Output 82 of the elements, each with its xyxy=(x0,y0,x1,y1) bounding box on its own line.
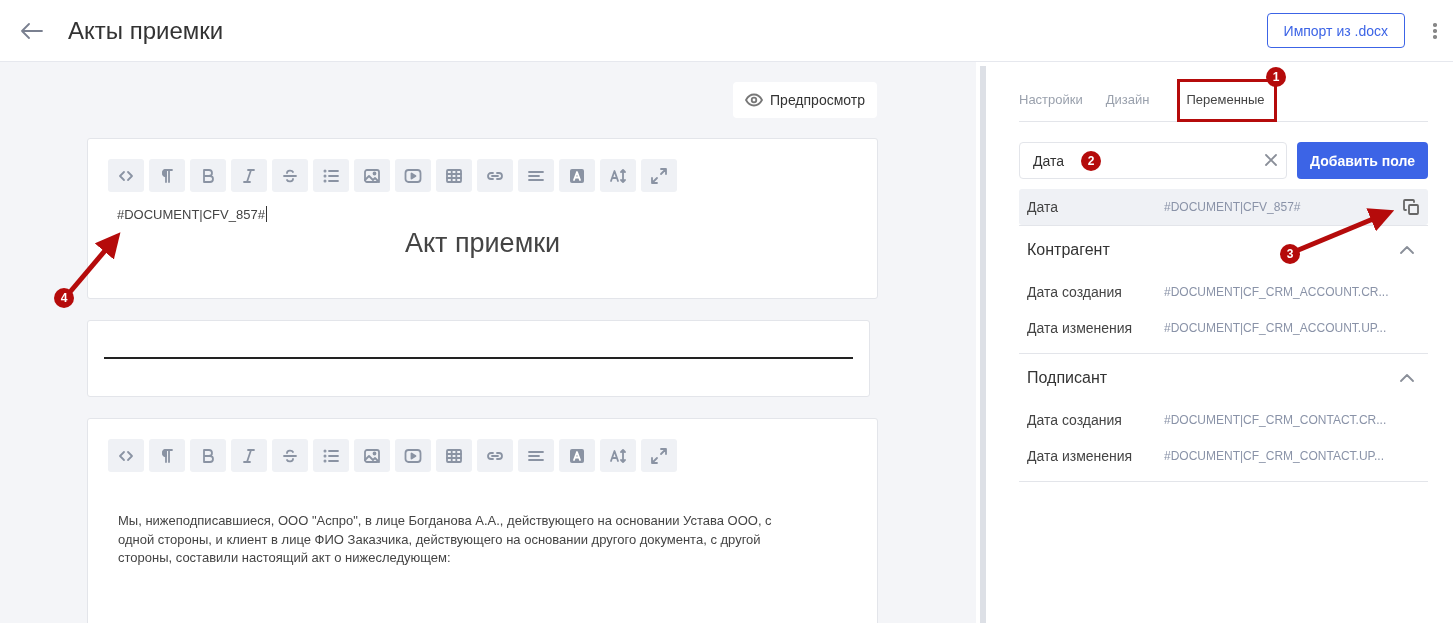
clear-button[interactable] xyxy=(1265,154,1277,166)
table-button[interactable] xyxy=(436,439,472,472)
expand-icon xyxy=(650,446,668,465)
table-icon xyxy=(445,446,463,465)
more-button[interactable] xyxy=(1433,21,1437,40)
add-field-button[interactable]: Добавить поле xyxy=(1297,142,1428,179)
variable-code: #DOCUMENT|CFV_857# xyxy=(1164,200,1302,214)
annotation-arrow xyxy=(68,232,121,294)
group-title[interactable]: Подписант xyxy=(1027,369,1108,387)
import-button[interactable]: Импорт из .docx xyxy=(1266,13,1405,48)
paragraph-button[interactable] xyxy=(149,159,185,192)
font-size-icon xyxy=(609,446,627,465)
back-arrow-icon xyxy=(20,22,44,39)
variable-name: Дата изменения xyxy=(1027,448,1134,464)
variable-name: Дата xyxy=(1027,199,1059,215)
video-button[interactable] xyxy=(395,439,431,472)
variable-code: #DOCUMENT|CFV_857# xyxy=(117,206,265,222)
text-color-button[interactable] xyxy=(559,159,595,192)
italic-button[interactable] xyxy=(231,159,267,192)
code-button[interactable] xyxy=(108,439,144,472)
variable-row[interactable]: Дата #DOCUMENT|CFV_857# xyxy=(1019,189,1428,225)
video-button[interactable] xyxy=(395,159,431,192)
step-marker: 3 xyxy=(1280,244,1300,264)
document-paragraph: Мы, нижеподписавшиеся, ООО "Аспро", в лице Богданова А.А., действующего на основании Устава ООО, с одной стороны, и клиент в лице ФИО Заказчика, действующего на основании другого документа, с другой стороны, составили настоящий акт о нижеследующем: xyxy=(118,512,773,567)
variable-code: #DOCUMENT|CF_CRM_ACCOUNT.CR... xyxy=(1164,285,1390,299)
text-color-icon xyxy=(568,446,586,465)
italic-button[interactable] xyxy=(231,439,267,472)
bold-button[interactable] xyxy=(190,439,226,472)
italic-icon xyxy=(240,166,258,185)
variable-row[interactable]: Дата создания #DOCUMENT|CF_CRM_ACCOUNT.CR... xyxy=(1019,274,1428,310)
table-icon xyxy=(445,166,463,185)
align-left-button[interactable] xyxy=(518,439,554,472)
italic-icon xyxy=(240,446,258,465)
image-icon xyxy=(363,166,381,185)
expand-button[interactable] xyxy=(641,159,677,192)
variable-name: Дата создания xyxy=(1027,412,1123,428)
video-icon xyxy=(404,166,422,185)
font-size-button[interactable] xyxy=(600,439,636,472)
strikethrough-button[interactable] xyxy=(272,439,308,472)
variable-code: #DOCUMENT|CF_CRM_CONTACT.CR... xyxy=(1164,413,1388,427)
strikethrough-button[interactable] xyxy=(272,159,308,192)
copy-icon xyxy=(1402,198,1420,216)
copy-button[interactable] xyxy=(1402,198,1420,216)
variable-name: Дата изменения xyxy=(1027,320,1134,336)
variable-code: #DOCUMENT|CF_CRM_ACCOUNT.UP... xyxy=(1164,321,1388,335)
list-button[interactable] xyxy=(313,439,349,472)
text-color-icon xyxy=(568,166,586,185)
variable-row[interactable]: Дата создания #DOCUMENT|CF_CRM_CONTACT.CR... xyxy=(1019,402,1428,438)
paragraph-button[interactable] xyxy=(149,439,185,472)
image-button[interactable] xyxy=(354,159,390,192)
expand-icon xyxy=(650,166,668,185)
list-button[interactable] xyxy=(313,159,349,192)
variable-row[interactable]: Дата изменения #DOCUMENT|CF_CRM_CONTACT.UP... xyxy=(1019,438,1428,474)
page-title: Акты приемки xyxy=(68,16,224,45)
font-size-button[interactable] xyxy=(600,159,636,192)
tab[interactable]: Переменные xyxy=(1178,92,1273,121)
code-button[interactable] xyxy=(108,159,144,192)
more-icon xyxy=(1433,21,1437,40)
image-button[interactable] xyxy=(354,439,390,472)
text-cursor xyxy=(265,206,267,222)
table-button[interactable] xyxy=(436,159,472,192)
link-button[interactable] xyxy=(477,159,513,192)
variable-row[interactable]: Дата изменения #DOCUMENT|CF_CRM_ACCOUNT.UP... xyxy=(1019,310,1428,346)
eye-icon xyxy=(745,93,764,107)
link-button[interactable] xyxy=(477,439,513,472)
chevron-up-icon[interactable] xyxy=(1400,374,1414,382)
font-size-icon xyxy=(609,166,627,185)
align-left-button[interactable] xyxy=(518,159,554,192)
bold-button[interactable] xyxy=(190,159,226,192)
video-icon xyxy=(404,446,422,465)
document-heading: Акт приемки xyxy=(403,228,562,259)
variable-code: #DOCUMENT|CF_CRM_CONTACT.UP... xyxy=(1164,449,1386,463)
preview-button[interactable]: Предпросмотр xyxy=(733,82,877,118)
back-button[interactable] xyxy=(20,22,44,39)
image-icon xyxy=(363,446,381,465)
expand-button[interactable] xyxy=(641,439,677,472)
chevron-up-icon[interactable] xyxy=(1400,246,1414,254)
variable-name: Дата создания xyxy=(1027,284,1123,300)
group-title[interactable]: Контрагент xyxy=(1027,241,1110,259)
close-icon xyxy=(1265,154,1277,166)
text-color-button[interactable] xyxy=(559,439,595,472)
step-marker: 1 xyxy=(1266,67,1286,87)
